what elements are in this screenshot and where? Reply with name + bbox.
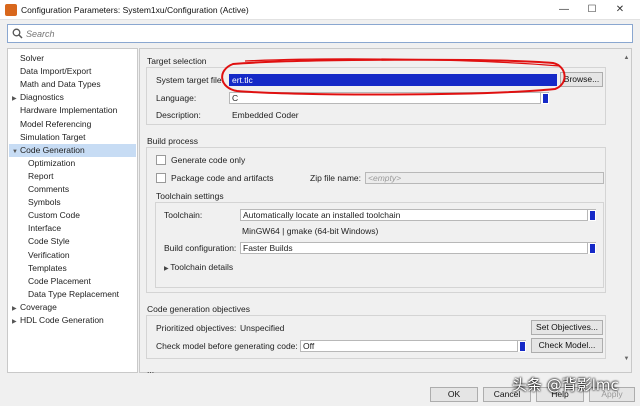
description-value: Embedded Coder [232,110,299,120]
prioritized-objectives-value: Unspecified [240,323,285,333]
tree-item-label: Custom Code [28,210,80,221]
section-target-selection: Target selection [147,56,207,66]
watermark-text: 头条 @背影lmc [512,376,619,394]
section-code-generation-objectives: Code generation objectives [147,304,251,314]
tree-item-label: Code Generation [20,144,85,155]
tree-item-label: Solver [20,53,45,63]
title-bar: Configuration Parameters: System1xu/Conf… [0,0,640,20]
tree-item-label: Data Import/Export [20,66,92,77]
toolchain-details-label: Toolchain details [170,262,234,272]
build-configuration-select[interactable]: Faster Builds [240,242,596,254]
tree-item[interactable]: Solver [9,52,136,65]
tree-item[interactable]: Math and Data Types [9,78,136,91]
tree-item-label: Hardware Implementation [20,105,118,116]
tree-item[interactable]: Report [9,170,136,183]
search-icon [12,28,23,39]
build-configuration-label: Build configuration: [164,243,237,253]
tree-item-label: Templates [28,262,67,273]
search-input[interactable] [26,27,626,40]
tree-item[interactable]: Comments [9,183,136,196]
set-objectives-button[interactable]: Set Objectives... [531,320,603,335]
tree-item-label: Model Referencing [20,118,92,129]
toolchain-label: Toolchain: [164,210,203,220]
package-code-checkbox[interactable] [156,173,166,183]
minimize-icon[interactable]: — [553,2,575,18]
toolchain-settings-heading: Toolchain settings [156,191,224,201]
check-model-dropdown-icon[interactable] [517,341,526,352]
close-icon[interactable]: ✕ [609,2,631,18]
zip-file-name-field: <empty> [365,172,604,184]
category-tree: Solver Data Import/Export Math and Data Ty… [7,48,138,373]
scroll-down-icon[interactable]: ▼ [622,355,631,364]
check-model-label: Check model before generating code: [156,341,298,351]
tree-item-label: Interface [28,223,62,234]
search-bar[interactable] [7,24,633,43]
toolchain-dropdown-icon[interactable] [587,210,596,221]
tree-item[interactable]: Code Style [9,235,136,248]
tree-item-label: Optimization [28,157,76,168]
check-model-select[interactable]: Off [300,340,526,352]
package-code-label: Package code and artifacts [171,173,274,183]
tree-item-label: Math and Data Types [20,79,101,90]
tree-item-label: Comments [28,184,70,194]
expand-arrow-icon[interactable]: ▶ [12,316,20,329]
tree-item[interactable]: Data Type Replacement [9,288,136,301]
more-ellipsis: ... [147,365,155,375]
scroll-up-icon[interactable]: ▲ [622,54,631,63]
toolchain-select[interactable]: Automatically locate an installed toolch… [240,209,596,221]
tree-item[interactable]: ▼ Code Generation [9,143,136,157]
tree-item[interactable]: ▶ Coverage [9,301,136,314]
tree-item-label: Data Type Replacement [28,288,120,299]
tree-item-label: Simulation Target [20,131,86,142]
tree-item[interactable]: Model Referencing [9,118,136,131]
prioritized-objectives-label: Prioritized objectives: [156,323,237,333]
ok-button[interactable]: OK [430,387,478,402]
tree-item-label: Coverage [20,301,57,312]
red-annotation-ellipse-icon [221,58,566,96]
generate-code-only-label: Generate code only [171,155,246,165]
tree-item-label: Report [28,170,54,181]
tree-item[interactable]: Custom Code [9,209,136,222]
description-label: Description: [156,110,201,120]
tree-item[interactable]: Verification [9,249,136,262]
settings-panel: Target selection System target file: ert… [139,48,632,375]
tree-item[interactable]: Code Placement [9,275,136,288]
tree-item[interactable]: Optimization [9,157,136,170]
tree-item[interactable]: ▶ Diagnostics [9,91,136,104]
panel-scrollbar[interactable]: ▲ ▼ [622,54,631,364]
tree-item-label: Verification [28,249,70,260]
build-configuration-dropdown-icon[interactable] [587,243,596,254]
maximize-icon[interactable]: ☐ [581,2,603,18]
generate-code-only-checkbox[interactable] [156,155,166,165]
zip-file-name-label: Zip file name: [310,173,362,183]
matlab-app-icon [5,4,17,16]
tree-item-label: HDL Code Generation [20,315,104,325]
language-label: Language: [156,93,197,103]
tree-item[interactable]: Simulation Target [9,131,136,144]
toolchain-info: MinGW64 | gmake (64-bit Windows) [242,226,379,236]
tree-item[interactable]: Data Import/Export [9,65,136,78]
tree-item-label: Code Style [28,236,70,247]
tree-item-label: Diagnostics [20,92,64,103]
section-build-process: Build process [147,136,199,146]
tree-item[interactable]: ▶ HDL Code Generation [9,314,136,327]
tree-item-label: Symbols [28,197,61,208]
build-group: Generate code only Package code and arti… [146,147,606,293]
system-target-file-label: System target file: [156,75,225,85]
toolchain-settings-group: Toolchain: Automatically locate an insta… [155,202,604,288]
tree-item[interactable]: Symbols [9,196,136,209]
objectives-group: Prioritized objectives: Unspecified Set … [146,315,606,359]
toolchain-details-toggle[interactable]: ▶ Toolchain details [164,262,233,272]
tree-item[interactable]: Hardware Implementation [9,104,136,117]
tree-item[interactable]: Interface [9,222,136,235]
tree-item[interactable]: Templates [9,262,136,275]
tree-item-label: Code Placement [28,275,91,286]
window-title: Configuration Parameters: System1xu/Conf… [21,5,249,15]
check-model-button[interactable]: Check Model... [531,338,603,353]
